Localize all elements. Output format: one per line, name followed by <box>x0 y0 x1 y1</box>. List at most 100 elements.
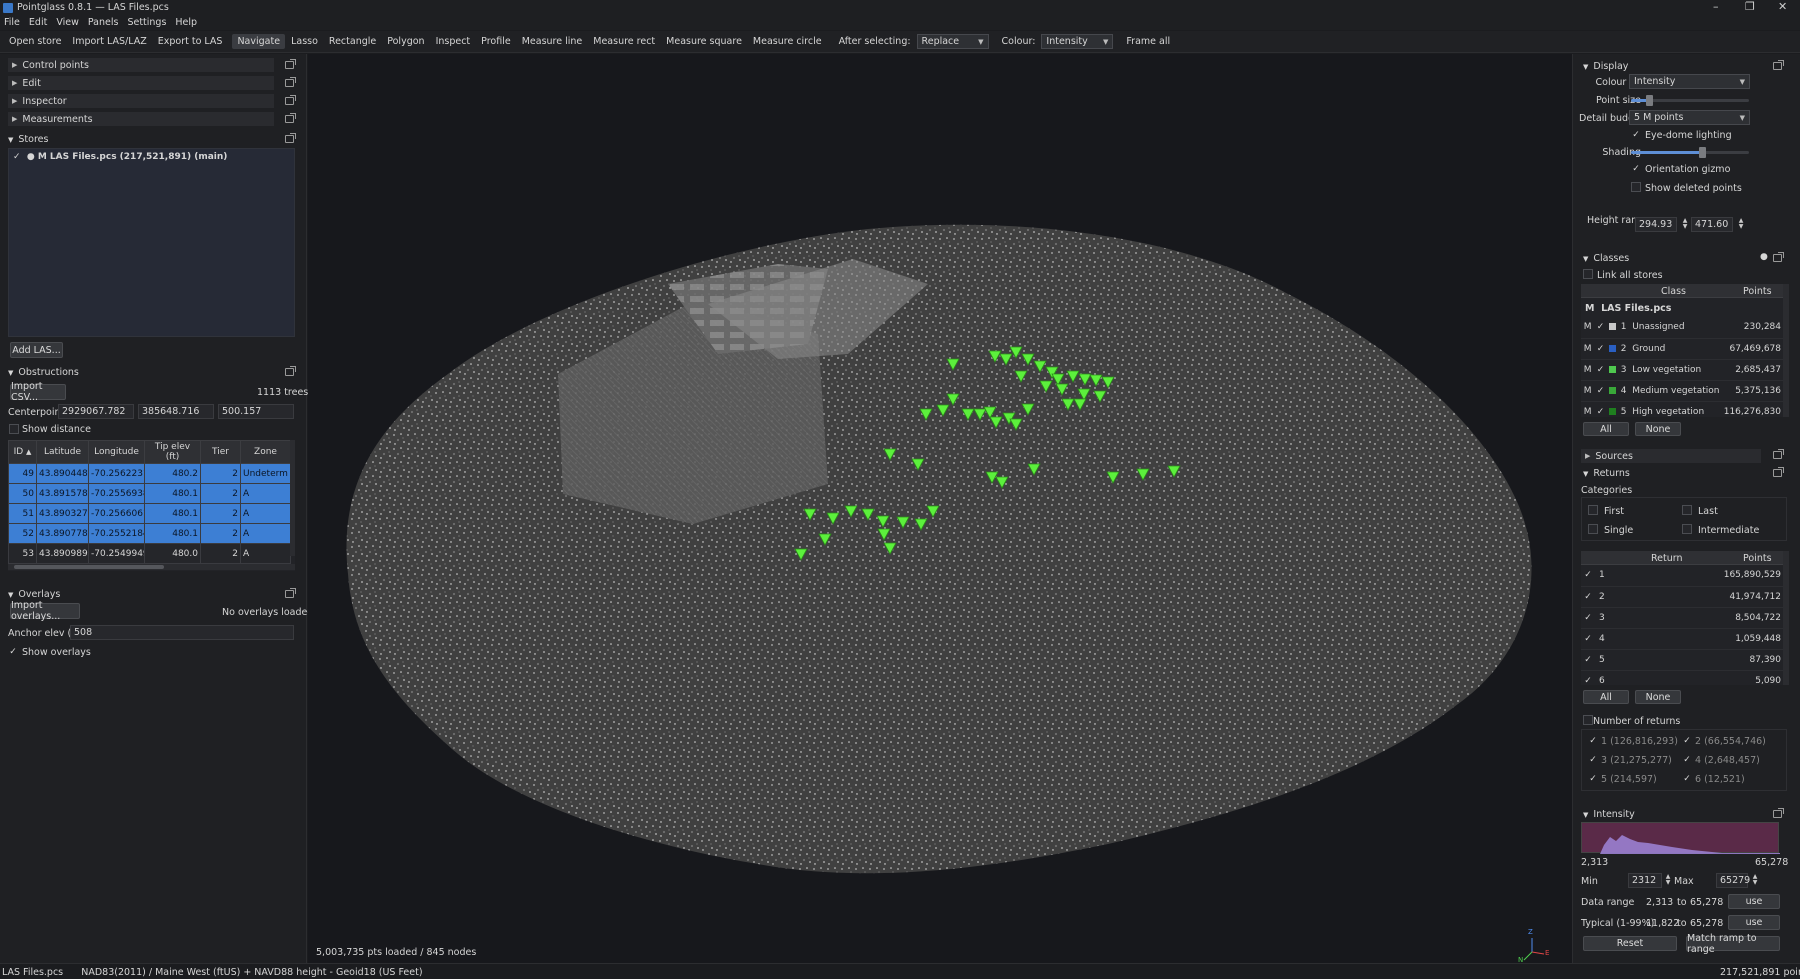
class-color-swatch[interactable] <box>1608 386 1616 394</box>
popout-icon[interactable] <box>285 95 296 105</box>
classes-all-button[interactable]: All <box>1583 422 1629 436</box>
intensity-max-field[interactable]: 65279 <box>1716 873 1750 888</box>
nr-4-checkbox[interactable]: ✓ <box>1682 755 1692 765</box>
col-points[interactable]: Points <box>1743 286 1772 297</box>
height-min-field[interactable]: 294.93 <box>1635 217 1677 232</box>
after-selecting-select[interactable]: Replace ▼ <box>916 34 989 49</box>
centerpoint-z-field[interactable]: 500.157 <box>218 404 294 419</box>
point-size-slider[interactable] <box>1631 95 1749 106</box>
class-visible-checkbox[interactable]: ✓ <box>1594 317 1607 339</box>
shading-slider[interactable] <box>1631 147 1749 158</box>
measure-line-tool[interactable]: Measure line <box>517 34 588 49</box>
menu-file[interactable]: File <box>4 17 20 28</box>
intensity-min-spinner[interactable]: ▲ ▼ <box>1663 874 1673 886</box>
return-row[interactable]: ✓ 3 8,504,722 <box>1581 607 1783 629</box>
classes-header[interactable]: ▼ Classes <box>1583 253 1629 264</box>
return-checkbox[interactable]: ✓ <box>1581 586 1595 608</box>
class-color-swatch[interactable] <box>1608 365 1616 373</box>
returns-all-button[interactable]: All <box>1583 690 1629 704</box>
height-max-field[interactable]: 471.60 <box>1691 217 1733 232</box>
stores-header[interactable]: ▼ Stores <box>8 134 48 145</box>
eye-dome-checkbox[interactable]: ✓ <box>1631 130 1641 140</box>
slider-handle[interactable] <box>1698 147 1706 158</box>
orientation-gizmo-checkbox[interactable]: ✓ <box>1631 164 1641 174</box>
return-checkbox[interactable]: ✓ <box>1581 607 1595 629</box>
class-visible-checkbox[interactable]: ✓ <box>1594 380 1607 402</box>
frame-all-button[interactable]: Frame all <box>1121 34 1175 49</box>
class-row[interactable]: M ✓ 2 Ground 67,469,678 <box>1581 338 1783 360</box>
class-m[interactable]: M <box>1581 359 1595 381</box>
return-checkbox[interactable]: ✓ <box>1581 628 1595 650</box>
col-zone[interactable]: Zone <box>240 440 291 464</box>
navigate-tool[interactable]: Navigate <box>232 34 286 49</box>
returns-header[interactable]: ▼ Returns <box>1583 468 1630 479</box>
col-latitude[interactable]: Latitude <box>36 440 89 464</box>
data-range-use-button[interactable]: use <box>1728 894 1780 909</box>
popout-icon[interactable] <box>285 59 296 69</box>
import-csv-button[interactable]: Import CSV... <box>10 381 66 403</box>
popout-icon[interactable] <box>285 588 296 598</box>
return-checkbox[interactable]: ✓ <box>1581 649 1595 671</box>
popout-icon[interactable] <box>1773 449 1784 459</box>
overlays-header[interactable]: ▼ Overlays <box>8 589 60 600</box>
inspector-header[interactable]: ▶ Inspector <box>8 94 274 108</box>
popout-icon[interactable] <box>1773 808 1784 818</box>
returns-vscroll[interactable] <box>1783 551 1789 685</box>
popout-icon[interactable] <box>285 133 296 143</box>
3d-viewport[interactable]: Z E N 5,003,735 pts loaded / 845 nodes <box>308 54 1572 963</box>
class-visible-checkbox[interactable]: ✓ <box>1594 338 1607 360</box>
obstructions-hscroll[interactable] <box>8 564 295 570</box>
store-check[interactable]: ✓ <box>13 152 21 162</box>
class-color-swatch[interactable] <box>1608 323 1616 331</box>
colour-select[interactable]: Intensity ▼ <box>1041 34 1114 49</box>
popout-icon[interactable] <box>285 77 296 87</box>
menu-settings[interactable]: Settings <box>127 17 166 28</box>
measurements-header[interactable]: ▶ Measurements <box>8 112 274 126</box>
table-row[interactable]: 5343.89098959-70.25499493480.02A <box>8 543 291 564</box>
intensity-header[interactable]: ▼ Intensity <box>1583 809 1635 820</box>
return-row[interactable]: ✓ 6 5,090 <box>1581 670 1783 685</box>
rectangle-tool[interactable]: Rectangle <box>324 34 381 49</box>
maximize-button[interactable]: ❐ <box>1745 0 1755 13</box>
col-class[interactable]: Class <box>1661 286 1686 297</box>
return-checkbox[interactable]: ✓ <box>1581 565 1595 587</box>
return-row[interactable]: ✓ 1 165,890,529 <box>1581 565 1783 587</box>
return-row[interactable]: ✓ 4 1,059,448 <box>1581 628 1783 650</box>
minimize-button[interactable]: – <box>1713 0 1719 13</box>
menu-edit[interactable]: Edit <box>29 17 47 28</box>
export-las-button[interactable]: Export to LAS <box>153 34 228 49</box>
open-store-button[interactable]: Open store <box>4 34 66 49</box>
store-item[interactable]: ✓ ● M LAS Files.pcs (217,521,891) (main) <box>13 152 227 162</box>
classes-vscroll[interactable] <box>1783 284 1789 417</box>
class-visible-checkbox[interactable]: ✓ <box>1594 401 1607 417</box>
measure-rect-tool[interactable]: Measure rect <box>588 34 660 49</box>
class-m[interactable]: M <box>1581 338 1595 360</box>
import-las-button[interactable]: Import LAS/LAZ <box>67 34 151 49</box>
popout-icon[interactable] <box>1773 467 1784 477</box>
detail-budget-select[interactable]: 5 M points ▼ <box>1629 110 1750 125</box>
class-row[interactable]: M ✓ 5 High vegetation 116,276,830 <box>1581 401 1783 417</box>
display-header[interactable]: ▼ Display <box>1583 61 1628 72</box>
sources-header[interactable]: ▶ Sources <box>1581 449 1761 463</box>
menu-help[interactable]: Help <box>175 17 197 28</box>
class-visible-checkbox[interactable]: ✓ <box>1594 359 1607 381</box>
col-return-points[interactable]: Points <box>1743 553 1772 564</box>
obstructions-vscroll[interactable] <box>290 440 295 556</box>
col-return[interactable]: Return <box>1651 553 1683 564</box>
intermediate-checkbox[interactable] <box>1682 524 1692 534</box>
link-all-stores-checkbox[interactable] <box>1583 269 1593 279</box>
nr-3-checkbox[interactable]: ✓ <box>1588 755 1598 765</box>
import-overlays-button[interactable]: Import overlays... <box>10 600 80 622</box>
show-distance-checkbox[interactable] <box>9 424 19 434</box>
typical-use-button[interactable]: use <box>1728 915 1780 930</box>
class-row[interactable]: M ✓ 3 Low vegetation 2,685,437 <box>1581 359 1783 381</box>
table-row[interactable]: 5043.89157886-70.25569380480.12A <box>8 483 291 504</box>
intensity-histogram[interactable] <box>1581 822 1780 854</box>
height-min-spinner[interactable]: ▲ ▼ <box>1680 218 1690 230</box>
class-row[interactable]: M ✓ 1 Unassigned 230,284 <box>1581 317 1783 339</box>
menu-panels[interactable]: Panels <box>88 17 119 28</box>
col-longitude[interactable]: Longitude <box>88 440 145 464</box>
number-of-returns-checkbox[interactable] <box>1583 715 1593 725</box>
nr-1-checkbox[interactable]: ✓ <box>1588 736 1598 746</box>
first-checkbox[interactable] <box>1588 505 1598 515</box>
